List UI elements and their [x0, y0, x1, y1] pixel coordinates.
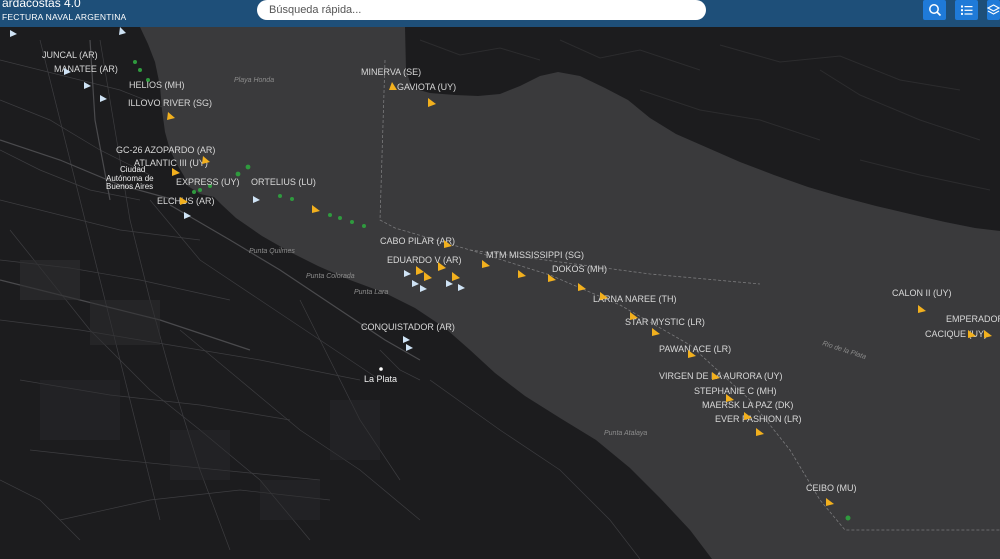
vessel-label[interactable]: STEPHANIE C (MH) — [694, 386, 777, 396]
list-button[interactable] — [955, 0, 978, 20]
vessel-label[interactable]: GC-26 AZOPARDO (AR) — [116, 145, 215, 155]
la-plata-marker — [379, 367, 383, 371]
vessel-label[interactable]: EXPRESS (UY) — [176, 177, 240, 187]
place-label-punta-colorada: Punta Colorada — [306, 273, 355, 280]
vessel-label[interactable]: CONQUISTADOR (AR) — [361, 322, 455, 332]
vessel-label[interactable]: EMPERADOR — [946, 314, 1000, 324]
vessel-label[interactable]: STAR MYSTIC (LR) — [625, 317, 705, 327]
vessel-label[interactable]: ILLOVO RIVER (SG) — [128, 98, 212, 108]
vessel-label[interactable]: ORTELIUS (LU) — [251, 177, 316, 187]
place-label-punta-lara: Punta Lara — [354, 289, 388, 296]
vessel-label[interactable]: JUNCAL (AR) — [42, 50, 98, 60]
quick-search-input[interactable] — [257, 0, 706, 20]
vessel-label[interactable]: GAVIOTA (UY) — [397, 82, 456, 92]
vessel-label[interactable]: MTM MISSISSIPPI (SG) — [486, 250, 584, 260]
place-label-playa-honda: Playa Honda — [234, 77, 274, 84]
city-label-la-plata: La Plata — [364, 374, 397, 384]
search-icon — [928, 4, 941, 17]
vessel-label[interactable]: MAERSK LA PAZ (DK) — [702, 400, 793, 410]
city-label-buenos-aires: Buenos Aires — [106, 182, 153, 191]
vessel-label[interactable]: ATLANTIC III (UY) — [134, 158, 208, 168]
vessel-label[interactable]: CACIQUE (UY) — [925, 329, 987, 339]
app-title: ardacostas 4.0 — [2, 0, 81, 10]
layers-button[interactable] — [987, 0, 1000, 20]
vessel-label[interactable]: EDUARDO V (AR) — [387, 255, 462, 265]
vessel-label[interactable]: HELIOS (MH) — [129, 80, 185, 90]
vessel-label[interactable]: MINERVA (SE) — [361, 67, 421, 77]
vessel-label[interactable]: LARNA NAREE (TH) — [593, 294, 677, 304]
vessel-label[interactable]: DOKOS (MH) — [552, 264, 607, 274]
vessel-label[interactable]: CABO PILAR (AR) — [380, 236, 455, 246]
vessel-label[interactable]: VIRGEN DE LA AURORA (UY) — [659, 371, 783, 381]
vessel-label[interactable]: MANATEE (AR) — [54, 64, 118, 74]
layers-icon — [987, 4, 1000, 15]
search-button[interactable] — [923, 0, 946, 20]
top-bar: ardacostas 4.0 FECTURA NAVAL ARGENTINA — [0, 0, 1000, 27]
place-label-punta-quilmes: Punta Quilmes — [249, 248, 295, 255]
map-view[interactable]: Playa Honda Punta Quilmes Punta Colorada… — [0, 27, 1000, 559]
vessel-label[interactable]: PAWAN ACE (LR) — [659, 344, 731, 354]
vessel-label[interactable]: CEIBO (MU) — [806, 483, 857, 493]
place-label-punta-atalaya: Punta Atalaya — [604, 430, 647, 437]
app-subtitle: FECTURA NAVAL ARGENTINA — [2, 12, 127, 22]
vessel-label[interactable]: EVER FASHION (LR) — [715, 414, 802, 424]
list-icon — [960, 5, 972, 15]
vessel-label[interactable]: CALON II (UY) — [892, 288, 952, 298]
